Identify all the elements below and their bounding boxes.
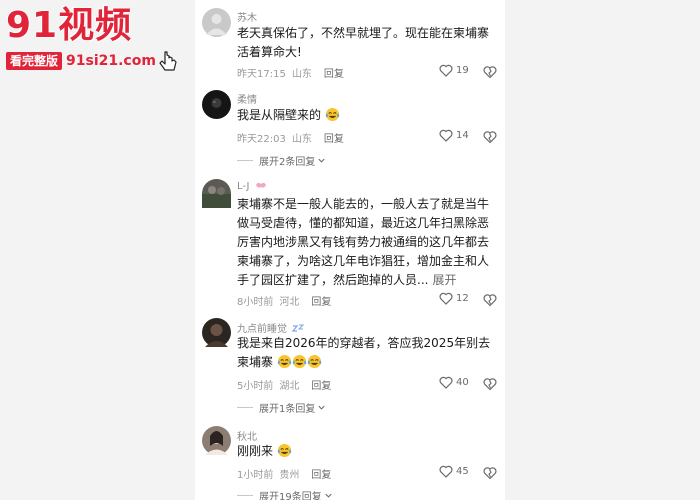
- comment-location: 山东: [291, 134, 312, 145]
- dislike-icon: [483, 294, 497, 307]
- expand-replies-label: 展开2条回复: [259, 157, 316, 168]
- expand-replies-button[interactable]: 展开19条回复: [237, 488, 333, 500]
- comment-time: 8小时前: [237, 297, 274, 308]
- comment-text: 老天真保佑了，不然早就埋了。现在能在柬埔寨活着算命大!: [237, 26, 490, 59]
- comment-time: 5小时前: [237, 381, 274, 392]
- watermark-logo: 91视频: [6, 5, 133, 46]
- like-button[interactable]: 45: [439, 465, 469, 478]
- laugh-cry-emoji: [277, 354, 292, 369]
- reply-button[interactable]: 回复: [311, 466, 331, 481]
- comment-text-wrap: 刚刚来: [237, 442, 499, 461]
- heart-icon: [439, 376, 453, 389]
- comment-username[interactable]: 秋北: [237, 428, 257, 443]
- laugh-cry-emoji: [292, 354, 307, 369]
- dislike-icon: [483, 66, 497, 79]
- comment-time: 昨天22:03: [237, 134, 286, 145]
- comment-meta: 8小时前 河北 回复: [237, 293, 331, 308]
- dislike-button[interactable]: [483, 465, 497, 484]
- comment-meta: 昨天17:15 山东 回复: [237, 65, 344, 80]
- sleep-badge-icon: [292, 324, 305, 332]
- dislike-icon: [483, 131, 497, 144]
- comment-meta: 1小时前 贵州 回复: [237, 466, 331, 481]
- watermark-url: 91si21.com: [66, 53, 156, 69]
- comment-location: 山东: [291, 69, 312, 80]
- comment-time: 1小时前: [237, 470, 274, 481]
- comment-text-wrap: 我是来自2026年的穿越者，答应我2025年别去柬埔寨: [237, 334, 499, 372]
- expand-text-link[interactable]: 展开: [432, 273, 456, 287]
- avatar[interactable]: [202, 318, 231, 347]
- comment-username[interactable]: 苏木: [237, 9, 257, 24]
- comment-panel: 苏木 老天真保佑了，不然早就埋了。现在能在柬埔寨活着算命大! 昨天17:15 山…: [195, 0, 505, 500]
- dislike-button[interactable]: [483, 292, 497, 311]
- heart-icon: [439, 292, 453, 305]
- heart-icon: [439, 129, 453, 142]
- comment-text: 我是来自2026年的穿越者，答应我2025年别去柬埔寨: [237, 336, 491, 369]
- comment-location: 河北: [279, 297, 300, 308]
- site-watermark: 91视频 看完整版 91si21.com: [6, 6, 186, 72]
- like-button[interactable]: 19: [439, 64, 469, 77]
- like-count: 14: [456, 130, 469, 141]
- left-background: [0, 0, 195, 500]
- like-button[interactable]: 14: [439, 129, 469, 142]
- like-count: 19: [456, 65, 469, 76]
- reply-button[interactable]: 回复: [324, 65, 344, 80]
- expand-replies-button[interactable]: 展开1条回复: [237, 400, 326, 415]
- comment-text-wrap: 我是从隔壁来的: [237, 106, 499, 125]
- like-count: 12: [456, 293, 469, 304]
- comment-meta: 5小时前 湖北 回复: [237, 377, 331, 392]
- divider: [237, 160, 253, 161]
- expand-replies-button[interactable]: 展开2条回复: [237, 153, 326, 168]
- laugh-cry-emoji: [277, 443, 292, 458]
- avatar[interactable]: [202, 426, 231, 455]
- right-background: [505, 0, 700, 500]
- comment-location: 贵州: [279, 470, 300, 481]
- heart-icon: [439, 64, 453, 77]
- avatar[interactable]: [202, 90, 231, 119]
- laugh-cry-emoji: [307, 354, 322, 369]
- comment-username-wrap[interactable]: 九点前睡觉: [237, 320, 305, 335]
- divider: [237, 495, 253, 496]
- comment-username[interactable]: 柔情: [237, 91, 257, 106]
- dislike-button[interactable]: [483, 64, 497, 83]
- chevron-down-icon: [318, 405, 325, 410]
- pink-badge-icon: [255, 182, 266, 188]
- dislike-button[interactable]: [483, 376, 497, 395]
- comment-text: 我是从隔壁来的: [237, 108, 322, 122]
- divider: [237, 407, 253, 408]
- dislike-icon: [483, 467, 497, 480]
- reply-button[interactable]: 回复: [311, 377, 331, 392]
- like-count: 40: [456, 377, 469, 388]
- comment-username-wrap[interactable]: L-J: [237, 181, 267, 192]
- watermark-badge: 看完整版: [6, 52, 63, 70]
- chevron-down-icon: [318, 158, 325, 163]
- dislike-icon: [483, 378, 497, 391]
- avatar[interactable]: [202, 8, 231, 37]
- laugh-cry-emoji: [325, 107, 340, 122]
- comment-location: 湖北: [279, 381, 300, 392]
- dislike-button[interactable]: [483, 129, 497, 148]
- avatar[interactable]: [202, 179, 231, 208]
- like-button[interactable]: 12: [439, 292, 469, 305]
- like-button[interactable]: 40: [439, 376, 469, 389]
- like-count: 45: [456, 466, 469, 477]
- reply-button[interactable]: 回复: [324, 130, 344, 145]
- expand-replies-label: 展开19条回复: [259, 492, 322, 500]
- comment-username: L-J: [237, 181, 250, 192]
- comment-text-wrap: 柬埔寨不是一般人能去的，一般人去了就是当牛做马受虐待，懂的都知道，最近这几年扫黑…: [237, 195, 499, 290]
- heart-icon: [439, 465, 453, 478]
- comment-meta: 昨天22:03 山东 回复: [237, 130, 344, 145]
- reply-button[interactable]: 回复: [311, 293, 331, 308]
- comment-text: 刚刚来: [237, 444, 274, 458]
- chevron-down-icon: [325, 493, 332, 498]
- comment-time: 昨天17:15: [237, 69, 286, 80]
- expand-replies-label: 展开1条回复: [259, 404, 316, 415]
- cursor-icon: [159, 51, 177, 71]
